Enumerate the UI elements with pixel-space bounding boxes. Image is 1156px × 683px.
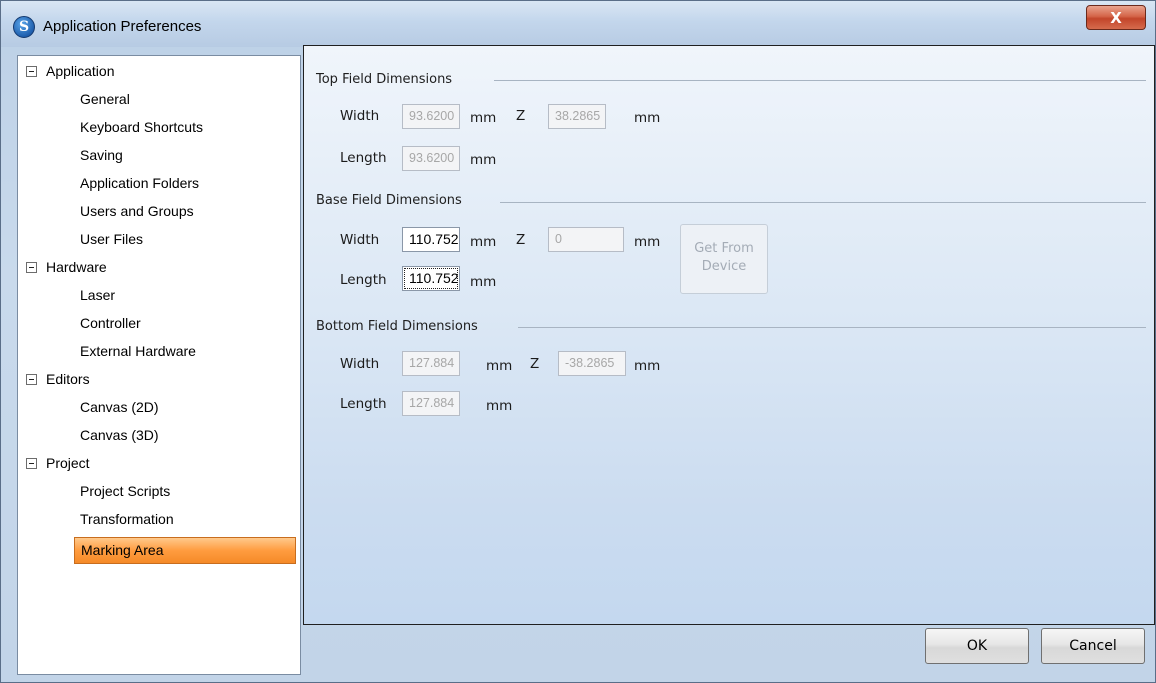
base-field-title: Base Field Dimensions	[316, 193, 462, 208]
tree-item-canvas-3d[interactable]: Canvas (3D)	[80, 424, 159, 446]
base-length-field[interactable]: 110.752	[402, 266, 460, 291]
bottom-z-field[interactable]: -38.2865	[558, 351, 626, 376]
tree-item-general[interactable]: General	[80, 88, 130, 110]
base-width-label: Width	[340, 232, 380, 248]
bottom-width-field[interactable]: 127.884	[402, 351, 460, 376]
app-logo-icon: S	[13, 16, 35, 38]
tree-item-project-scripts[interactable]: Project Scripts	[80, 480, 170, 502]
ok-button[interactable]: OK	[925, 628, 1029, 664]
divider	[494, 80, 1146, 81]
tree-item-external-hardware[interactable]: External Hardware	[80, 340, 196, 362]
top-length-label: Length	[340, 150, 387, 166]
tree-item-canvas-2d[interactable]: Canvas (2D)	[80, 396, 159, 418]
tree-group-editors[interactable]: Editors	[26, 368, 90, 390]
top-z-label: Z	[516, 108, 526, 124]
divider	[500, 202, 1146, 203]
tree-item-controller[interactable]: Controller	[80, 312, 141, 334]
top-z-unit: mm	[634, 110, 661, 126]
window-title: Application Preferences	[43, 18, 202, 35]
tree-group-project[interactable]: Project	[26, 452, 90, 474]
bottom-length-unit: mm	[486, 398, 513, 414]
marking-area-panel: Top Field Dimensions Width 93.6200 mm Z …	[303, 45, 1155, 625]
close-button[interactable]: X	[1086, 5, 1146, 30]
preferences-tree: Application General Keyboard Shortcuts S…	[17, 55, 301, 675]
tree-group-hardware[interactable]: Hardware	[26, 256, 107, 278]
top-width-unit: mm	[470, 110, 497, 126]
title-bar[interactable]: S Application Preferences X	[1, 1, 1155, 47]
tree-item-keyboard-shortcuts[interactable]: Keyboard Shortcuts	[80, 116, 203, 138]
top-width-label: Width	[340, 108, 380, 124]
bottom-width-label: Width	[340, 356, 380, 372]
tree-item-application-folders[interactable]: Application Folders	[80, 172, 199, 194]
tree-item-users-and-groups[interactable]: Users and Groups	[80, 200, 194, 222]
bottom-z-unit: mm	[634, 358, 661, 374]
top-z-field[interactable]: 38.2865	[548, 104, 606, 129]
base-width-unit: mm	[470, 234, 497, 250]
base-z-field[interactable]: 0	[548, 227, 624, 252]
base-z-label: Z	[516, 232, 526, 248]
bottom-length-field[interactable]: 127.884	[402, 391, 460, 416]
tree-group-label: Application	[46, 63, 115, 79]
base-length-label: Length	[340, 272, 387, 288]
tree-group-label: Hardware	[46, 259, 107, 275]
top-field-title: Top Field Dimensions	[316, 72, 453, 87]
tree-item-saving[interactable]: Saving	[80, 144, 123, 166]
get-from-device-line1: Get From	[694, 241, 754, 256]
collapse-icon[interactable]	[26, 261, 37, 273]
bottom-length-label: Length	[340, 396, 387, 412]
collapse-icon[interactable]	[26, 65, 37, 77]
tree-item-transformation[interactable]: Transformation	[80, 508, 174, 530]
top-width-field[interactable]: 93.6200	[402, 104, 460, 129]
tree-item-user-files[interactable]: User Files	[80, 228, 143, 250]
cancel-button[interactable]: Cancel	[1041, 628, 1145, 664]
top-length-unit: mm	[470, 152, 497, 168]
tree-group-label: Editors	[46, 371, 90, 387]
collapse-icon[interactable]	[26, 457, 37, 469]
get-from-device-button[interactable]: Get From Device	[680, 224, 768, 294]
tree-item-marking-area[interactable]: Marking Area	[74, 537, 296, 564]
get-from-device-line2: Device	[701, 259, 747, 274]
tree-group-application[interactable]: Application	[26, 60, 115, 82]
base-length-unit: mm	[470, 274, 497, 290]
base-z-unit: mm	[634, 234, 661, 250]
bottom-z-label: Z	[530, 356, 540, 372]
tree-item-laser[interactable]: Laser	[80, 284, 115, 306]
base-width-field[interactable]: 110.752	[402, 227, 460, 252]
preferences-window: S Application Preferences X Application …	[0, 0, 1156, 683]
divider	[518, 327, 1146, 328]
collapse-icon[interactable]	[26, 373, 37, 385]
top-length-field[interactable]: 93.6200	[402, 146, 460, 171]
bottom-field-title: Bottom Field Dimensions	[316, 319, 478, 334]
bottom-width-unit: mm	[486, 358, 513, 374]
tree-group-label: Project	[46, 455, 90, 471]
